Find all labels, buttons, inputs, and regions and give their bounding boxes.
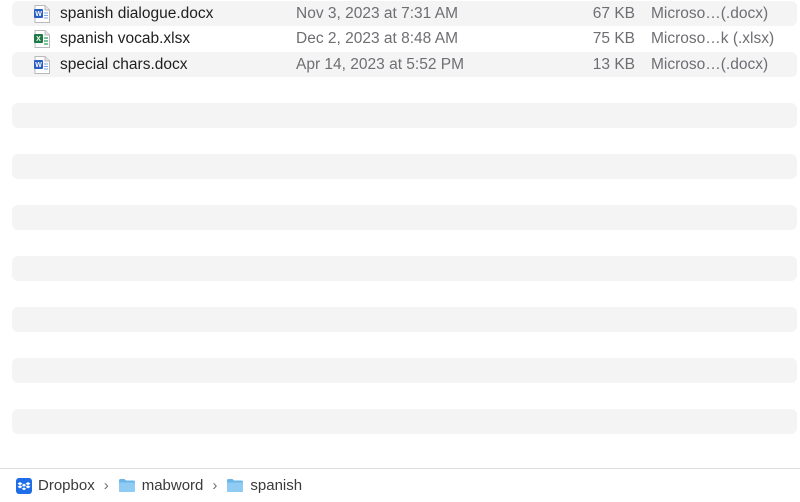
file-row[interactable]: W special chars.docx Apr 14, 2023 at 5:5… <box>12 52 797 77</box>
file-row[interactable]: W spanish dialogue.docx Nov 3, 2023 at 7… <box>12 1 797 26</box>
file-date: Nov 3, 2023 at 7:31 AM <box>296 4 458 22</box>
file-name: special chars.docx <box>60 55 188 73</box>
file-kind: Microso…(.docx) <box>651 55 769 73</box>
svg-text:X: X <box>36 36 41 43</box>
svg-text:W: W <box>35 62 42 69</box>
folder-icon <box>227 479 244 492</box>
word-doc-icon: W <box>34 56 50 74</box>
file-name: spanish dialogue.docx <box>60 4 214 22</box>
file-size: 13 KB <box>592 55 635 73</box>
file-kind: Microso…k (.xlsx) <box>651 29 775 47</box>
empty-row-stripe <box>12 103 797 128</box>
path-item-mabword[interactable]: mabword <box>118 477 204 494</box>
file-row[interactable]: X spanish vocab.xlsx Dec 2, 2023 at 8:48… <box>12 26 797 51</box>
file-size: 67 KB <box>592 4 635 22</box>
path-bar: Dropbox › mabword › spanish <box>0 468 800 502</box>
excel-sheet-icon: X <box>34 30 50 48</box>
file-date: Apr 14, 2023 at 5:52 PM <box>296 55 465 73</box>
path-item-dropbox[interactable]: Dropbox <box>16 477 95 494</box>
path-item-spanish[interactable]: spanish <box>226 477 302 494</box>
empty-row-stripe <box>12 307 797 332</box>
empty-row-stripe <box>12 154 797 179</box>
file-date: Dec 2, 2023 at 8:48 AM <box>296 29 458 47</box>
empty-row-stripe <box>12 358 797 383</box>
folder-icon <box>118 479 135 492</box>
path-item-label: spanish <box>250 477 303 494</box>
path-item-label: Dropbox <box>38 477 95 494</box>
path-item-label: mabword <box>141 477 204 494</box>
svg-text:W: W <box>35 11 42 18</box>
empty-row-stripe <box>12 409 797 434</box>
empty-row-stripe <box>12 256 797 281</box>
path-separator: › <box>103 477 109 494</box>
file-size: 75 KB <box>592 29 635 47</box>
path-separator: › <box>212 477 218 494</box>
file-list: W spanish dialogue.docx Nov 3, 2023 at 7… <box>0 0 800 468</box>
word-doc-icon: W <box>34 5 50 23</box>
file-name: spanish vocab.xlsx <box>60 29 191 47</box>
dropbox-icon <box>16 477 32 494</box>
file-kind: Microso…(.docx) <box>651 4 769 22</box>
empty-row-stripe <box>12 205 797 230</box>
